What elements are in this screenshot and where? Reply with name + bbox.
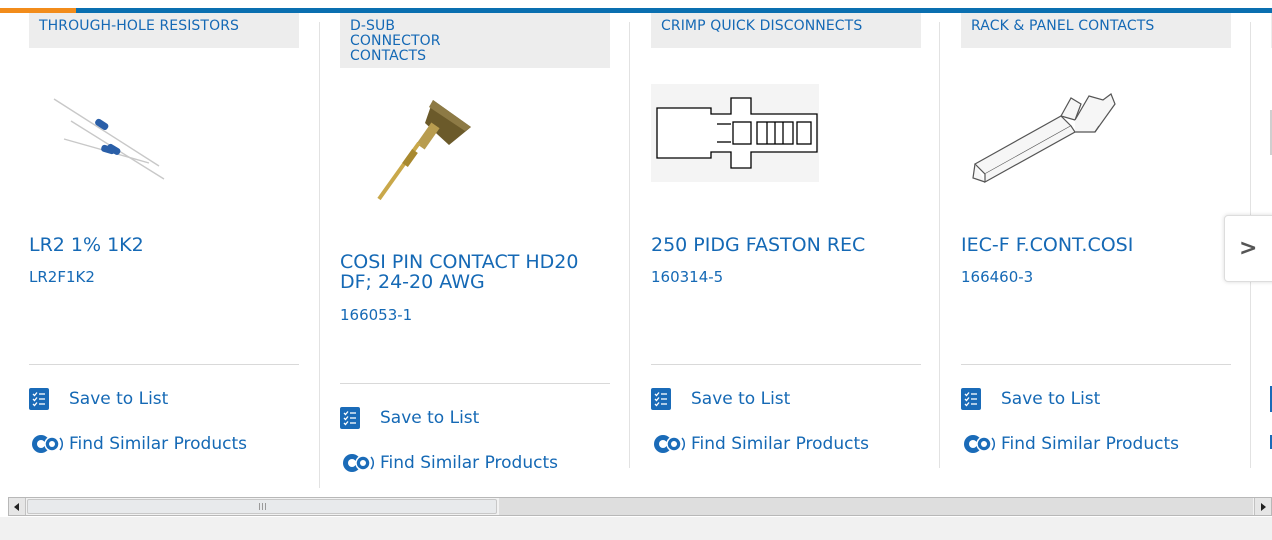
checklist-icon bbox=[29, 388, 49, 410]
horizontal-scrollbar[interactable] bbox=[8, 497, 1272, 516]
card-category[interactable]: RACK & PANEL CONTACTS bbox=[961, 13, 1231, 48]
save-to-list-label: Save to List bbox=[1001, 389, 1101, 409]
checklist-icon bbox=[340, 407, 360, 429]
save-to-list-button[interactable]: Save to List bbox=[651, 386, 790, 412]
card-separator bbox=[939, 22, 940, 468]
checklist-icon bbox=[961, 388, 981, 410]
product-card-2: D-SUB CONNECTOR CONTACTS COSI PIN CONTAC… bbox=[340, 13, 610, 493]
find-similar-label: Find Similar Products bbox=[1001, 434, 1179, 454]
find-similar-button[interactable]: Find Similar Products bbox=[29, 431, 247, 457]
carousel-next-button[interactable]: > bbox=[1224, 215, 1272, 282]
card-divider bbox=[340, 383, 610, 384]
product-card-1: THROUGH-HOLE RESISTORS LR2 1% 1K2 LR2F1K… bbox=[29, 13, 299, 473]
card-category[interactable]: D-SUB CONNECTOR CONTACTS bbox=[340, 13, 610, 68]
card-divider bbox=[29, 364, 299, 365]
scrollbar-thumb[interactable] bbox=[27, 499, 497, 514]
scrollbar-track[interactable] bbox=[499, 498, 1253, 515]
card-title[interactable]: 250 PIDG FASTON REC bbox=[651, 235, 931, 255]
find-similar-gear-icon bbox=[29, 432, 63, 456]
find-similar-button[interactable]: Find Similar Products bbox=[651, 431, 869, 457]
save-to-list-label: Save to List bbox=[69, 389, 169, 409]
find-similar-label: Find Similar Products bbox=[691, 434, 869, 454]
checklist-icon bbox=[651, 388, 671, 410]
product-card-3: CRIMP QUICK DISCONNECTS 250 PIDG FASTON … bbox=[651, 13, 921, 473]
scroll-left-arrow-icon[interactable] bbox=[9, 498, 26, 515]
pin-contact-image[interactable] bbox=[375, 95, 475, 205]
find-similar-gear-icon bbox=[340, 451, 374, 475]
find-similar-label: Find Similar Products bbox=[380, 453, 558, 473]
card-category[interactable]: THROUGH-HOLE RESISTORS bbox=[29, 13, 299, 48]
find-similar-gear-icon bbox=[961, 432, 995, 456]
card-divider bbox=[961, 364, 1231, 365]
save-to-list-button[interactable]: Save to List bbox=[961, 386, 1100, 412]
save-to-list-button[interactable]: Save to List bbox=[340, 405, 479, 431]
save-to-list-button[interactable]: Save to List bbox=[29, 386, 168, 412]
product-card-4: RACK & PANEL CONTACTS IEC-F F.CONT.COSI … bbox=[961, 13, 1231, 473]
find-similar-label: Find Similar Products bbox=[69, 434, 247, 454]
card-part-number[interactable]: 160314-5 bbox=[651, 268, 723, 286]
card-part-number[interactable]: 166460-3 bbox=[961, 268, 1033, 286]
card-separator bbox=[319, 22, 320, 488]
card-separator bbox=[629, 22, 630, 468]
faston-receptacle-image[interactable] bbox=[651, 84, 819, 182]
card-title[interactable]: LR2 1% 1K2 bbox=[29, 235, 309, 255]
scroll-right-arrow-icon[interactable] bbox=[1254, 498, 1271, 515]
resistor-image[interactable] bbox=[49, 91, 169, 186]
card-category[interactable]: CRIMP QUICK DISCONNECTS bbox=[651, 13, 921, 48]
rack-panel-contact-image[interactable] bbox=[971, 86, 1121, 191]
card-divider bbox=[651, 364, 921, 365]
card-part-number[interactable]: 166053-1 bbox=[340, 306, 412, 324]
find-similar-button[interactable]: Find Similar Products bbox=[961, 431, 1179, 457]
find-similar-button[interactable]: Find Similar Products bbox=[340, 450, 558, 476]
footer-band bbox=[0, 517, 1272, 540]
save-to-list-label: Save to List bbox=[380, 408, 480, 428]
card-title[interactable]: COSI PIN CONTACT HD20 DF; 24-20 AWG bbox=[340, 252, 610, 292]
save-to-list-label: Save to List bbox=[691, 389, 791, 409]
scrollbar-grip-icon bbox=[258, 503, 266, 510]
find-similar-gear-icon bbox=[651, 432, 685, 456]
card-title[interactable]: IEC-F F.CONT.COSI bbox=[961, 235, 1241, 255]
card-part-number[interactable]: LR2F1K2 bbox=[29, 268, 95, 286]
chevron-right-icon: > bbox=[1239, 236, 1258, 261]
